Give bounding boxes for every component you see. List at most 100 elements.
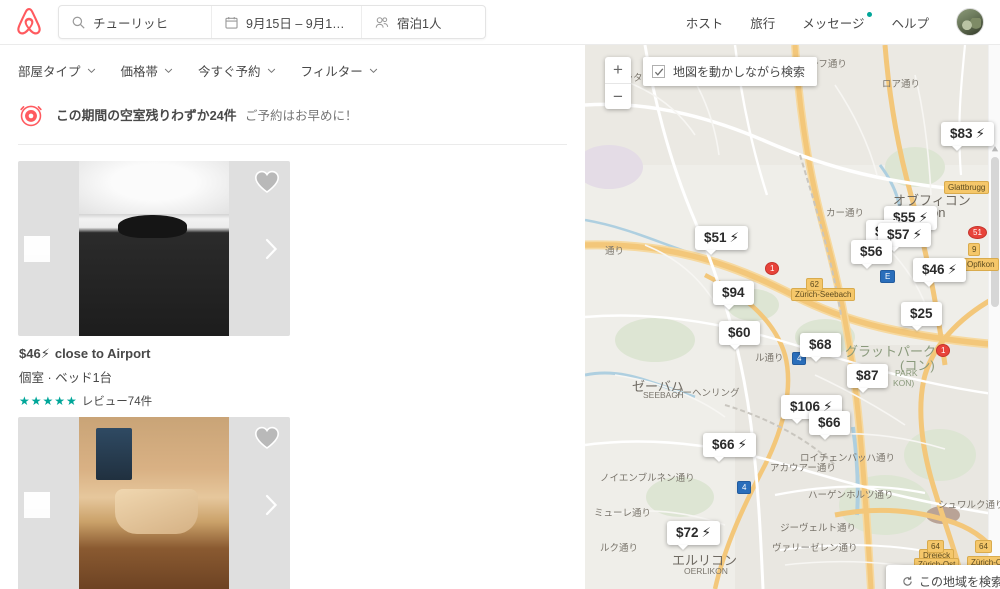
- chevron-down-icon: [267, 68, 275, 73]
- listing-card[interactable]: $106⚡Privat Room with your own Bathroo… …: [18, 417, 290, 589]
- map-price-pin[interactable]: $25: [901, 302, 942, 326]
- dates-value: 9月15日 – 9月16...: [246, 16, 348, 31]
- carousel-prev-button[interactable]: [24, 491, 50, 518]
- search-as-move-checkbox[interactable]: [652, 65, 665, 78]
- instant-book-bolt-icon: ⚡: [737, 437, 748, 452]
- map-price-pin[interactable]: $68: [800, 333, 841, 357]
- check-icon: [654, 67, 663, 76]
- search-icon: [72, 16, 85, 29]
- search-bar[interactable]: チューリッヒ 9月15日 – 9月16... 宿泊1人: [58, 5, 486, 39]
- listing-subtitle: 個室 · ベッド1台: [19, 371, 113, 385]
- listing-details: $46⚡ close to Airport 個室 · ベッド1台 ★★★★★ レビ…: [18, 336, 290, 409]
- header-nav: ホスト 旅行 メッセージ ヘルプ: [686, 8, 1000, 36]
- nav-item-trips[interactable]: 旅行: [750, 13, 775, 32]
- filter-instant-book[interactable]: 今すぐ予約: [198, 61, 276, 80]
- carousel-next-button[interactable]: [258, 236, 284, 262]
- messages-unread-dot: [867, 11, 873, 17]
- search-as-move-toggle[interactable]: 地図を動かしながら検索: [643, 57, 818, 86]
- results-panel: 部屋タイプ 価格帯 今すぐ予約 フィルター この期間の空室残りわずか24件 ご予…: [0, 45, 585, 589]
- carousel-prev-button[interactable]: [24, 235, 50, 262]
- instant-book-bolt-icon: ⚡: [975, 126, 986, 141]
- instant-book-bolt-icon: ⚡: [947, 262, 958, 277]
- user-avatar[interactable]: [956, 8, 984, 36]
- redo-search-button[interactable]: この地域を検索: [886, 565, 1000, 589]
- filter-bar: 部屋タイプ 価格帯 今すぐ予約 フィルター: [0, 45, 585, 94]
- carousel-next-button[interactable]: [258, 492, 284, 518]
- listing-grid: $46⚡ close to Airport 個室 · ベッド1台 ★★★★★ レビ…: [0, 145, 585, 589]
- top-header: チューリッヒ 9月15日 – 9月16... 宿泊1人 ホスト 旅行 メッセージ…: [0, 0, 1000, 45]
- favorite-heart-icon[interactable]: [254, 170, 280, 194]
- airbnb-search-page: チューリッヒ 9月15日 – 9月16... 宿泊1人 ホスト 旅行 メッセージ…: [0, 0, 1000, 589]
- map-price-pin[interactable]: $46 ⚡: [913, 258, 967, 282]
- nav-label: ヘルプ: [891, 16, 929, 31]
- listing-price: $46: [19, 346, 41, 361]
- refresh-icon: [903, 576, 912, 586]
- map-pin-price: $60: [728, 325, 751, 340]
- chevron-down-icon: [164, 68, 173, 73]
- map-price-pin[interactable]: $66 ⚡: [703, 433, 757, 457]
- nav-item-help[interactable]: ヘルプ: [891, 13, 929, 32]
- map-zoom-controls[interactable]: + −: [605, 57, 631, 109]
- listing-rating-row: ★★★★★ レビュー74件: [19, 393, 289, 409]
- guests-icon: [375, 16, 389, 29]
- map-zoom-in-button[interactable]: +: [605, 57, 631, 83]
- destination-value: チューリッヒ: [93, 16, 169, 31]
- map-pin-price: $66: [712, 437, 735, 452]
- listing-image[interactable]: [18, 161, 290, 336]
- listing-price-title: $46⚡ close to Airport: [19, 346, 289, 362]
- map-price-pin[interactable]: $94: [713, 281, 754, 305]
- instant-book-bolt-icon: ⚡: [40, 346, 50, 361]
- map-price-pin[interactable]: $60: [719, 321, 760, 345]
- map-pin-price: $68: [809, 337, 832, 352]
- map-pin-price: $94: [722, 285, 745, 300]
- map-zoom-out-button[interactable]: −: [605, 83, 631, 109]
- scroll-up-icon[interactable]: [991, 145, 999, 153]
- airbnb-logo[interactable]: [0, 6, 58, 38]
- map-panel[interactable]: + − 地図を動かしながら検索 この地域を検索 オブフィコンfikonグラットパ…: [585, 45, 1000, 589]
- map-price-pin[interactable]: $56: [851, 240, 892, 264]
- star-rating-icon: ★★★★★: [19, 394, 78, 408]
- map-price-pin[interactable]: $83 ⚡: [941, 122, 995, 146]
- chevron-down-icon: [369, 68, 378, 73]
- instant-book-bolt-icon: ⚡: [912, 227, 923, 242]
- dates-input[interactable]: 9月15日 – 9月16...: [211, 6, 361, 38]
- destination-input[interactable]: チューリッヒ: [59, 6, 211, 38]
- map-pin-price: $72: [676, 525, 699, 540]
- map-pin-price: $83: [950, 126, 973, 141]
- map-pin-price: $66: [818, 415, 841, 430]
- instant-book-bolt-icon: ⚡: [729, 230, 740, 245]
- filter-label: 今すぐ予約: [198, 65, 261, 79]
- map-price-pin[interactable]: $72 ⚡: [667, 521, 721, 545]
- scrollbar-thumb[interactable]: [991, 157, 999, 307]
- alarm-clock-icon: [20, 105, 42, 127]
- filter-room-type[interactable]: 部屋タイプ: [18, 61, 96, 80]
- review-count: レビュー74件: [81, 396, 153, 408]
- scarcity-subtext: ご予約はお早めに！: [245, 109, 358, 123]
- nav-item-messages[interactable]: メッセージ: [802, 11, 873, 32]
- map-pin-price: $51: [704, 230, 727, 245]
- map-pin-price: $56: [860, 244, 883, 259]
- nav-label: 旅行: [750, 16, 776, 31]
- listing-photo: [79, 161, 229, 336]
- favorite-heart-icon[interactable]: [254, 426, 280, 450]
- map-price-pin[interactable]: $66: [809, 411, 850, 435]
- filter-more-filters[interactable]: フィルター: [301, 61, 378, 80]
- chevron-down-icon: [87, 68, 95, 73]
- nav-label: メッセージ: [802, 16, 865, 31]
- instant-book-bolt-icon: ⚡: [701, 525, 712, 540]
- guests-input[interactable]: 宿泊1人: [361, 6, 485, 38]
- map-price-pin[interactable]: $87: [847, 364, 888, 388]
- guests-value: 宿泊1人: [397, 16, 442, 31]
- listing-photo: [79, 417, 229, 589]
- map-pin-price: $46: [922, 262, 945, 277]
- filter-price-range[interactable]: 価格帯: [121, 61, 174, 80]
- search-as-move-label: 地図を動かしながら検索: [673, 65, 806, 79]
- map-pin-price: $87: [856, 368, 879, 383]
- map-price-pin[interactable]: $51 ⚡: [695, 226, 749, 250]
- nav-item-host[interactable]: ホスト: [686, 13, 724, 32]
- calendar-icon: [225, 16, 238, 29]
- filter-label: フィルター: [300, 65, 363, 79]
- filter-label: 価格帯: [120, 65, 159, 79]
- listing-card[interactable]: $46⚡ close to Airport 個室 · ベッド1台 ★★★★★ レビ…: [18, 161, 290, 409]
- listing-image[interactable]: [18, 417, 290, 589]
